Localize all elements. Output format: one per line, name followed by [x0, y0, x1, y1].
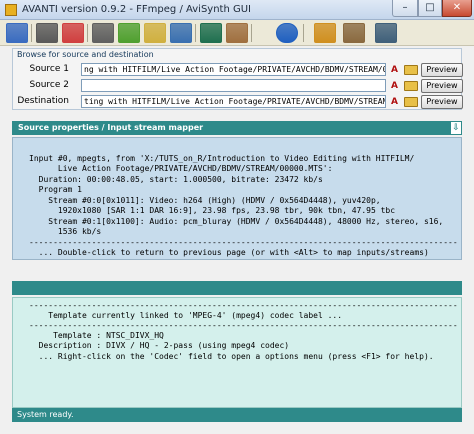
mapper-hint: ... Double-click to return to previous p…	[29, 248, 429, 257]
filter-icon[interactable]	[170, 23, 192, 43]
avisynth-a-icon[interactable]: A	[391, 64, 403, 76]
toolbar-separator	[303, 24, 304, 42]
mapper-line: Stream #0:0[0x1011]: Video: h264 (High) …	[29, 196, 381, 205]
ffmpeg-icon[interactable]	[92, 23, 114, 43]
mapper-line: 1920x1080 [SAR 1:1 DAR 16:9], 23.98 fps,…	[29, 206, 396, 215]
image-icon[interactable]	[62, 23, 84, 43]
close-button[interactable]: ✕	[442, 0, 472, 17]
mapper-line: 1536 kb/s	[29, 227, 102, 236]
toolbar	[0, 20, 474, 46]
template-hint: ... Right-click on the 'Codec' field to …	[29, 352, 434, 361]
codec-bar	[12, 281, 462, 295]
source-properties-title: Source properties / Input stream mapper	[18, 123, 204, 132]
maximize-button[interactable]: □	[418, 0, 442, 17]
source1-path-field[interactable]: ng with HITFILM/Live Action Footage/PRIV…	[81, 63, 386, 76]
toolbar-separator	[195, 24, 196, 42]
mapper-line: Live Action Footage/PRIVATE/AVCHD/BDMV/S…	[29, 164, 333, 173]
destination-preview-button[interactable]: Preview	[421, 95, 463, 109]
source-section-header: Browse for source and destination	[17, 50, 154, 59]
folder-icon[interactable]	[404, 81, 418, 91]
source-properties-bar[interactable]: Source properties / Input stream mapper …	[12, 121, 462, 135]
folder-icon[interactable]	[404, 97, 418, 107]
avisynth-a-icon[interactable]: A	[391, 96, 403, 108]
source2-label: Source 2	[29, 80, 70, 90]
mapper-line: Program 1	[29, 185, 82, 194]
toolbar-separator	[251, 24, 252, 42]
audio-icon[interactable]	[200, 23, 222, 43]
template-description: Description : DIVX / HQ - 2-pass (using …	[29, 341, 290, 350]
mapper-line: Duration: 00:00:48.05, start: 1.000500, …	[29, 175, 323, 184]
stream-mapper-panel[interactable]: Input #0, mpegts, from 'X:/TUTS_on_R/Int…	[12, 137, 462, 260]
monitor-icon[interactable]	[375, 23, 397, 43]
script-icon[interactable]	[144, 23, 166, 43]
template-linked-text: Template currently linked to 'MPEG-4' (m…	[29, 311, 343, 320]
template-divider: ----------------------------------------…	[29, 321, 458, 330]
source2-preview-button[interactable]: Preview	[421, 79, 463, 93]
title-bar: AVANTI version 0.9.2 - FFmpeg / AviSynth…	[0, 0, 474, 20]
avisynth-a-icon[interactable]: A	[391, 80, 403, 92]
source2-path-field[interactable]	[81, 79, 386, 92]
clipboard-icon[interactable]	[343, 23, 365, 43]
codec-icon[interactable]	[226, 23, 248, 43]
template-divider: ----------------------------------------…	[29, 301, 458, 310]
destination-label: Destination	[17, 96, 69, 106]
mapper-divider: ----------------------------------------…	[29, 238, 458, 247]
destination-path-field[interactable]: ting with HITFILM/Live Action Footage/PR…	[81, 95, 386, 108]
template-name: Template : NTSC_DIVX_HQ	[29, 331, 164, 340]
folder-icon[interactable]	[404, 65, 418, 75]
status-text: System ready.	[17, 410, 74, 419]
mapper-line: Stream #0:1[0x1100]: Audio: pcm_bluray (…	[29, 217, 444, 226]
source1-preview-button[interactable]: Preview	[421, 63, 463, 77]
mapper-line: Input #0, mpegts, from 'X:/TUTS_on_R/Int…	[29, 154, 415, 163]
refresh-icon[interactable]	[276, 23, 298, 43]
window-title: AVANTI version 0.9.2 - FFmpeg / AviSynth…	[22, 4, 252, 15]
status-bar: System ready.	[12, 408, 462, 422]
source-destination-panel: Browse for source and destination Source…	[12, 48, 463, 110]
down-arrow-icon[interactable]: ⇩	[450, 121, 462, 135]
avisynth-icon[interactable]	[118, 23, 140, 43]
film-icon[interactable]	[36, 23, 58, 43]
template-panel[interactable]: ----------------------------------------…	[12, 297, 462, 408]
minimize-button[interactable]: –	[392, 0, 418, 17]
calculator-icon[interactable]	[314, 23, 336, 43]
settings-icon[interactable]	[6, 23, 28, 43]
toolbar-separator	[31, 24, 32, 42]
source1-label: Source 1	[29, 64, 70, 74]
app-icon	[5, 4, 17, 16]
toolbar-separator	[87, 24, 88, 42]
